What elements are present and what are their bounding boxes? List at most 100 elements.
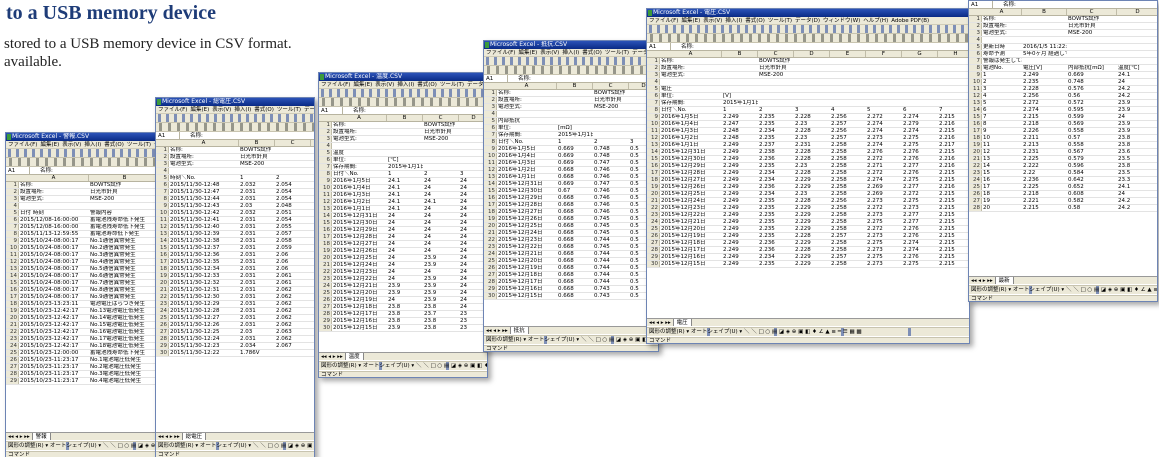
cell[interactable]: 24 bbox=[387, 262, 423, 268]
row-number[interactable]: 29 bbox=[647, 254, 660, 260]
cell[interactable]: 23.5 bbox=[1117, 170, 1157, 176]
column-header[interactable]: A bbox=[497, 83, 557, 89]
cell[interactable]: 2.225 bbox=[1022, 184, 1067, 190]
cell[interactable]: 2.217 bbox=[938, 142, 969, 148]
cell[interactable]: 2015年1月1日～2016年1月5日 bbox=[722, 100, 758, 106]
cell[interactable]: 24 bbox=[387, 248, 423, 254]
formatting-toolbar[interactable] bbox=[319, 98, 487, 107]
cell[interactable]: No.4通信異常発生 bbox=[89, 259, 159, 265]
cell[interactable]: 11 bbox=[982, 142, 1022, 148]
cell[interactable]: 24 bbox=[423, 178, 459, 184]
cell[interactable]: 0.744 bbox=[593, 251, 629, 257]
cell[interactable]: 2.275 bbox=[902, 198, 938, 204]
cell[interactable]: 24 bbox=[1117, 191, 1157, 197]
row-number[interactable]: 8 bbox=[319, 171, 332, 177]
cell[interactable]: 2015年12月16日 bbox=[332, 318, 387, 324]
cell[interactable]: 23.6 bbox=[1117, 149, 1157, 155]
window-title-bar[interactable]: Microsoft Excel - 総電圧.CSV bbox=[156, 98, 314, 106]
row-number[interactable]: 8 bbox=[484, 139, 497, 145]
cell[interactable]: 16 bbox=[982, 177, 1022, 183]
cell[interactable]: 単位: bbox=[497, 125, 557, 131]
cell[interactable]: 蓄電池残寿命低下発生 bbox=[89, 217, 159, 223]
cell[interactable]: 2.258 bbox=[830, 240, 866, 246]
cell[interactable]: 2015/10/24-08:00:17 bbox=[19, 280, 89, 286]
row-number[interactable]: 12 bbox=[319, 199, 332, 205]
menu-item[interactable]: ツール(T) bbox=[440, 82, 464, 88]
menu-item[interactable]: ツール(T) bbox=[127, 142, 151, 148]
row-number[interactable]: 1 bbox=[6, 182, 19, 188]
cell[interactable]: 2.06 bbox=[275, 252, 311, 258]
cell[interactable]: 2.273 bbox=[866, 212, 902, 218]
cell[interactable]: 2.057 bbox=[275, 231, 311, 237]
cell[interactable]: 2015年12月22日 bbox=[497, 244, 557, 250]
row-number[interactable]: 1 bbox=[156, 147, 169, 153]
cell[interactable]: No.14電池電圧低発生 bbox=[89, 315, 159, 321]
cell[interactable]: 2.032 bbox=[239, 182, 275, 188]
cell[interactable]: No.3通信異常発生 bbox=[89, 252, 159, 258]
row-number[interactable]: 20 bbox=[969, 149, 982, 155]
cell[interactable]: 2.235 bbox=[758, 205, 794, 211]
cell[interactable]: 2.234 bbox=[758, 128, 794, 134]
cell[interactable]: 2015年12月17日 bbox=[660, 247, 722, 253]
sheet-nav-icon[interactable]: ◂◂ ◂ ▸ ▸▸ bbox=[8, 434, 32, 440]
cell[interactable]: 23.7 bbox=[423, 311, 459, 317]
cell[interactable]: 24.2 bbox=[1117, 198, 1157, 204]
cell[interactable]: 24 bbox=[1117, 114, 1157, 120]
cell[interactable]: 2015年12月17日 bbox=[332, 311, 387, 317]
row-number[interactable]: 6 bbox=[6, 217, 19, 223]
cell[interactable]: 2015年12月24日 bbox=[497, 230, 557, 236]
cell[interactable]: 2.249 bbox=[722, 177, 758, 183]
row-number[interactable]: 9 bbox=[6, 238, 19, 244]
cell[interactable]: 23.8 bbox=[423, 325, 459, 331]
cell[interactable]: 蓄電池残寿命低下発生 bbox=[89, 350, 159, 356]
row-number[interactable]: 15 bbox=[969, 114, 982, 120]
cell[interactable]: No.18電池電圧低発生 bbox=[89, 343, 159, 349]
cell[interactable]: 2.237 bbox=[758, 142, 794, 148]
cell[interactable]: 2.276 bbox=[902, 156, 938, 162]
name-box[interactable]: A1 bbox=[156, 132, 180, 139]
row-number[interactable]: 8 bbox=[6, 231, 19, 237]
cell[interactable]: 2015/10/23-11:23:17 bbox=[19, 357, 89, 363]
cell[interactable]: 2.275 bbox=[902, 261, 938, 267]
cell[interactable]: 2.054 bbox=[275, 189, 311, 195]
cell[interactable]: 23.3 bbox=[1117, 177, 1157, 183]
cell[interactable]: 24 bbox=[387, 241, 423, 247]
cell[interactable]: No.9通信異常発生 bbox=[89, 294, 159, 300]
cell[interactable]: 2.061 bbox=[275, 280, 311, 286]
cell[interactable]: 2015/10/24-08:00:17 bbox=[19, 259, 89, 265]
cell[interactable]: 2.215 bbox=[938, 198, 969, 204]
cell[interactable]: 温度[℃] bbox=[1117, 65, 1157, 71]
cell[interactable]: BOWTS試作 bbox=[239, 147, 275, 153]
cell[interactable]: 0.745 bbox=[593, 244, 629, 250]
cell[interactable]: 2.062 bbox=[275, 308, 311, 314]
cell[interactable]: [℃] bbox=[387, 157, 423, 163]
cell[interactable]: 2.258 bbox=[830, 184, 866, 190]
cell[interactable]: 2.03 bbox=[239, 203, 275, 209]
cell[interactable]: 2.062 bbox=[275, 287, 311, 293]
cell[interactable]: 内部抵抗 bbox=[497, 118, 557, 124]
row-number[interactable]: 5 bbox=[156, 175, 169, 181]
window-title-bar[interactable]: Microsoft Excel - 警報.CSV bbox=[6, 133, 159, 141]
cell[interactable]: 2015年12月24日 bbox=[332, 262, 387, 268]
cell[interactable]: 2015/11/30-12:26 bbox=[169, 322, 239, 328]
column-header[interactable]: H bbox=[938, 51, 969, 57]
cell[interactable]: 2.274 bbox=[902, 240, 938, 246]
cell[interactable]: 2.215 bbox=[938, 149, 969, 155]
cell[interactable]: 2015/10/23-12:42:17 bbox=[19, 315, 89, 321]
cell[interactable]: 23.9 bbox=[1117, 128, 1157, 134]
row-number[interactable]: 9 bbox=[319, 178, 332, 184]
cell[interactable]: 2.275 bbox=[902, 142, 938, 148]
cell[interactable]: 5 bbox=[982, 100, 1022, 106]
cell[interactable]: 24 bbox=[387, 220, 423, 226]
row-number[interactable]: 7 bbox=[319, 164, 332, 170]
cell[interactable]: 0.56 bbox=[1067, 93, 1117, 99]
cell[interactable]: 2.216 bbox=[938, 163, 969, 169]
cell[interactable]: 17 bbox=[982, 184, 1022, 190]
cell[interactable]: 2.218 bbox=[1022, 191, 1067, 197]
sheet-nav-icon[interactable]: ◂◂ ◂ ▸ ▸▸ bbox=[649, 320, 673, 326]
cell[interactable]: 2.273 bbox=[866, 261, 902, 267]
cell[interactable]: 1 bbox=[557, 139, 593, 145]
cell[interactable]: 2.062 bbox=[275, 315, 311, 321]
cell[interactable]: 2.215 bbox=[938, 247, 969, 253]
menu-item[interactable]: 編集(E) bbox=[190, 107, 209, 113]
